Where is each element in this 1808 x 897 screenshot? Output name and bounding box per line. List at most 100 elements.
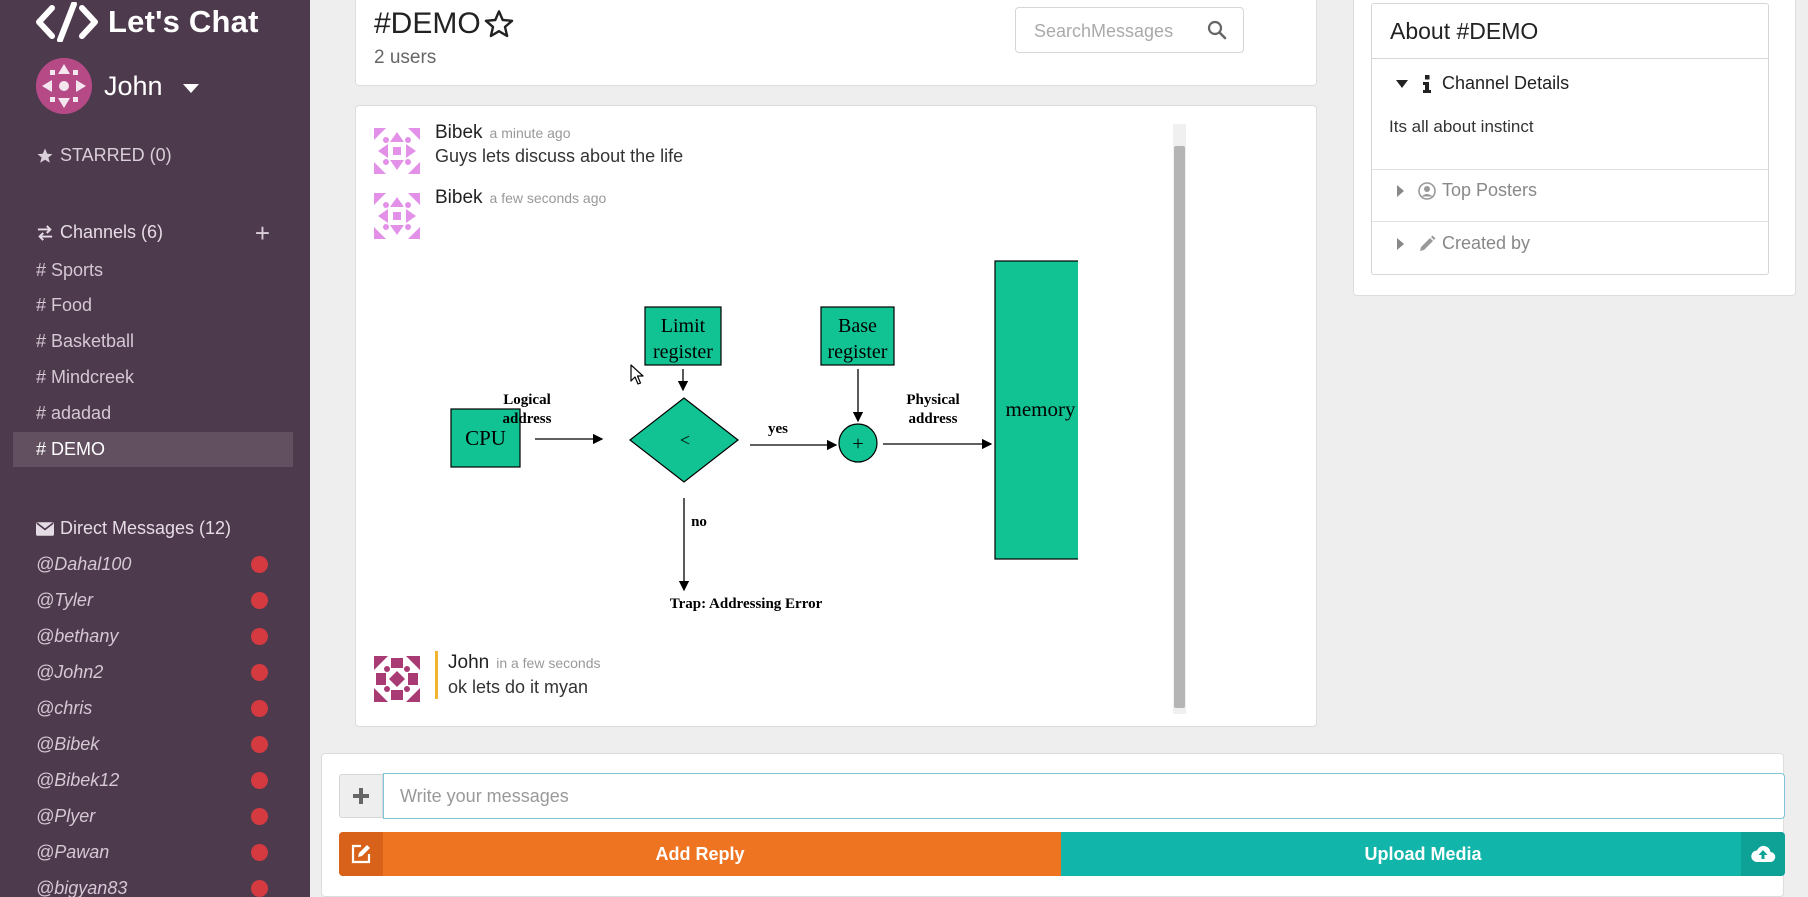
status-dot: [251, 736, 268, 753]
user-name: John: [104, 70, 163, 101]
dm-label: @Tyler: [36, 590, 93, 610]
about-panel: About #DEMO Channel Details Its all abou…: [1353, 0, 1796, 296]
exchange-icon: [37, 224, 53, 241]
svg-text:no: no: [691, 514, 707, 530]
dm-item-john2[interactable]: @John2: [36, 655, 268, 689]
top-posters-label: Top Posters: [1442, 180, 1538, 200]
svg-text:register: register: [653, 341, 713, 363]
svg-text:memory: memory: [1006, 397, 1076, 421]
dm-label: @bigyan83: [36, 878, 128, 897]
message-author[interactable]: John: [448, 652, 489, 673]
composer: Add Reply Upload Media: [321, 753, 1785, 897]
info-icon: [1423, 74, 1431, 93]
svg-text:register: register: [828, 341, 888, 363]
brand[interactable]: Let's Chat: [36, 2, 259, 42]
channel-details-section: Channel Details Its all about instinct: [1372, 59, 1768, 169]
about-title: About #DEMO: [1390, 18, 1539, 44]
sidebar-item-demo[interactable]: # DEMO: [13, 432, 293, 467]
channel-details-label: Channel Details: [1442, 73, 1570, 93]
status-dot: [251, 808, 268, 825]
svg-text:Trap: Addressing Error: Trap: Addressing Error: [670, 596, 823, 612]
search-icon[interactable]: [1207, 20, 1227, 40]
user-count: 2 users: [374, 47, 437, 68]
scrollbar-thumb[interactable]: [1174, 146, 1185, 708]
search-box: [1015, 7, 1244, 54]
svg-text:yes: yes: [768, 421, 788, 437]
dm-item-chris[interactable]: @chris: [36, 691, 268, 725]
message-image[interactable]: CPU Logical address Limit register < yes…: [428, 246, 1078, 626]
divider: [1372, 221, 1768, 222]
upload-media-button[interactable]: Upload Media: [1061, 832, 1785, 876]
add-reply-button[interactable]: Add Reply: [339, 832, 1061, 876]
message-time: a minute ago: [489, 125, 571, 141]
attach-plus-button[interactable]: [339, 774, 383, 818]
channel-description: Its all about instinct: [1389, 117, 1534, 136]
starred-label: STARRED (0): [60, 145, 172, 165]
status-dot: [251, 700, 268, 717]
sidebar-item-adadad[interactable]: # adadad: [13, 396, 293, 431]
svg-text:Logical: Logical: [503, 392, 551, 408]
top-posters-toggle[interactable]: Top Posters: [1396, 180, 1537, 201]
avatar: [374, 656, 420, 702]
edit-icon: [351, 844, 371, 864]
message-author[interactable]: Bibek: [435, 187, 483, 208]
svg-text:address: address: [909, 411, 958, 427]
starred-link[interactable]: STARRED (0): [36, 145, 172, 166]
svg-text:Physical: Physical: [906, 392, 959, 408]
status-dot: [251, 844, 268, 861]
edit-icon-box: [339, 832, 383, 876]
dm-item-dahal100[interactable]: @Dahal100: [36, 547, 268, 581]
status-dot: [251, 664, 268, 681]
message-list[interactable]: Bibek a minute ago Guys lets discuss abou…: [355, 105, 1317, 727]
svg-text:Limit: Limit: [661, 315, 706, 337]
channels-header: Channels (6) +: [36, 220, 270, 246]
message-author[interactable]: Bibek: [435, 122, 483, 143]
dm-label: @Pawan: [36, 842, 110, 862]
dm-item-bibek[interactable]: @Bibek: [36, 727, 268, 761]
add-channel-button[interactable]: +: [255, 220, 270, 246]
status-dot: [251, 556, 268, 573]
status-dot: [251, 628, 268, 645]
message-input[interactable]: [383, 773, 1785, 819]
channel-title: #DEMO: [374, 7, 481, 40]
caret-right-icon: [1397, 184, 1404, 197]
svg-text:Base: Base: [838, 315, 877, 337]
user-menu[interactable]: John: [36, 58, 199, 114]
sidebar-item-sports[interactable]: # Sports: [13, 253, 293, 288]
direct-messages-header: Direct Messages (12): [36, 518, 270, 539]
dm-item-pawan[interactable]: @Pawan: [36, 835, 268, 869]
sidebar-item-basketball[interactable]: # Basketball: [13, 324, 293, 359]
cloud-upload-icon: [1751, 845, 1776, 863]
dm-item-bethany[interactable]: @bethany: [36, 619, 268, 653]
dm-item-bibek12[interactable]: @Bibek12: [36, 763, 268, 797]
dm-label: @chris: [36, 698, 93, 718]
status-dot: [251, 772, 268, 789]
plus-icon: [353, 788, 369, 804]
dm-label: @Plyer: [36, 806, 96, 826]
mouse-pointer-icon: [630, 364, 644, 385]
star-icon: [37, 148, 53, 163]
about-accordion: Channel Details Its all about instinct T…: [1371, 59, 1769, 275]
code-logo-icon: [36, 2, 98, 42]
dm-label: @John2: [36, 662, 104, 682]
message-time: in a few seconds: [496, 655, 601, 671]
channel-details-toggle[interactable]: Channel Details: [1396, 73, 1569, 94]
message-header: Bibek a few seconds ago: [435, 187, 606, 209]
message-text: Guys lets discuss about the life: [435, 146, 684, 166]
direct-messages-header-label: Direct Messages (12): [60, 518, 232, 538]
cloud-upload-icon-box: [1741, 832, 1785, 876]
own-message-indicator: [435, 651, 438, 699]
dm-item-plyer[interactable]: @Plyer: [36, 799, 268, 833]
svg-text:<: <: [680, 430, 690, 450]
created-by-toggle[interactable]: Created by: [1396, 233, 1530, 254]
dm-item-tyler[interactable]: @Tyler: [36, 583, 268, 617]
sidebar-item-mindcreek[interactable]: # Mindcreek: [13, 360, 293, 395]
status-dot: [251, 880, 268, 897]
dm-item-bigyan83[interactable]: @bigyan83: [36, 871, 268, 897]
svg-text:CPU: CPU: [465, 426, 506, 450]
caret-down-icon[interactable]: [182, 83, 199, 93]
star-outline-icon[interactable]: [483, 8, 515, 40]
search-input[interactable]: [1016, 8, 1216, 54]
sidebar-item-food[interactable]: # Food: [13, 288, 293, 323]
avatar: [374, 128, 420, 174]
